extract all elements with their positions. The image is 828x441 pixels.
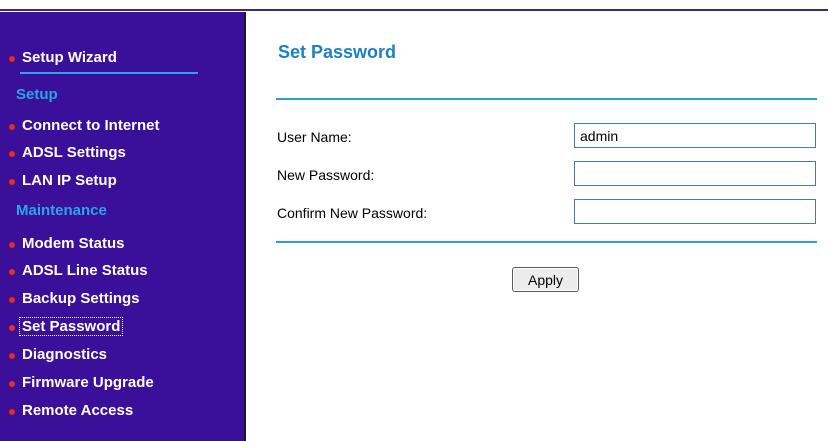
new-password-field[interactable]: [574, 161, 816, 186]
bullet-icon: [9, 242, 15, 248]
bullet-icon: [9, 297, 15, 303]
sidebar-item-modem-status[interactable]: Modem Status: [9, 234, 125, 254]
page-title: Set Password: [278, 42, 397, 62]
sidebar-item-label: Set Password: [18, 317, 124, 336]
divider: [276, 241, 817, 243]
sidebar-item-label: Remote Access: [22, 402, 134, 419]
new-password-label: New Password:: [277, 167, 375, 183]
divider: [276, 98, 817, 100]
bullet-icon: [9, 124, 15, 130]
section-heading-maintenance: Maintenance: [16, 202, 107, 219]
sidebar-item-backup-settings[interactable]: Backup Settings: [9, 289, 140, 309]
sidebar-item-diagnostics[interactable]: Diagnostics: [9, 345, 108, 365]
sidebar-item-label: Firmware Upgrade: [22, 374, 154, 391]
section-heading-setup: Setup: [16, 86, 58, 103]
bullet-icon: [9, 409, 15, 415]
bullet-icon: [9, 325, 15, 331]
sidebar-item-connect-to-internet[interactable]: Connect to Internet: [9, 116, 160, 136]
user-name-label: User Name:: [277, 129, 352, 145]
sidebar-item-label: ADSL Settings: [22, 144, 126, 161]
top-border: [0, 0, 828, 12]
confirm-password-label: Confirm New Password:: [277, 205, 428, 221]
user-name-field[interactable]: [574, 123, 816, 148]
bullet-icon: [9, 353, 15, 359]
sidebar-item-label: Diagnostics: [22, 346, 108, 363]
main-content: Set Password User Name: New Password: Co…: [248, 12, 828, 441]
bullet-icon: [9, 269, 15, 275]
sidebar-item-lan-ip-setup[interactable]: LAN IP Setup: [9, 171, 117, 191]
bullet-icon: [9, 179, 15, 185]
sidebar-item-adsl-line-status[interactable]: ADSL Line Status: [9, 261, 148, 281]
bullet-icon: [9, 56, 15, 62]
sidebar-item-label: ADSL Line Status: [22, 262, 148, 279]
sidebar-item-label: Connect to Internet: [22, 117, 160, 134]
sidebar: Setup Wizard Setup Connect to Internet A…: [0, 12, 246, 441]
bullet-icon: [9, 151, 15, 157]
sidebar-item-label: Setup Wizard: [22, 49, 117, 66]
sidebar-item-setup-wizard[interactable]: Setup Wizard: [9, 48, 117, 68]
apply-button[interactable]: Apply: [512, 267, 579, 292]
sidebar-item-adsl-settings[interactable]: ADSL Settings: [9, 143, 126, 163]
sidebar-item-label: Backup Settings: [22, 290, 140, 307]
confirm-password-field[interactable]: [574, 199, 816, 224]
divider: [20, 72, 198, 74]
sidebar-item-label: LAN IP Setup: [22, 172, 117, 189]
sidebar-item-remote-access[interactable]: Remote Access: [9, 401, 134, 421]
sidebar-item-label: Modem Status: [22, 235, 125, 252]
sidebar-item-set-password[interactable]: Set Password: [9, 317, 124, 337]
bullet-icon: [9, 381, 15, 387]
sidebar-item-firmware-upgrade[interactable]: Firmware Upgrade: [9, 373, 154, 393]
